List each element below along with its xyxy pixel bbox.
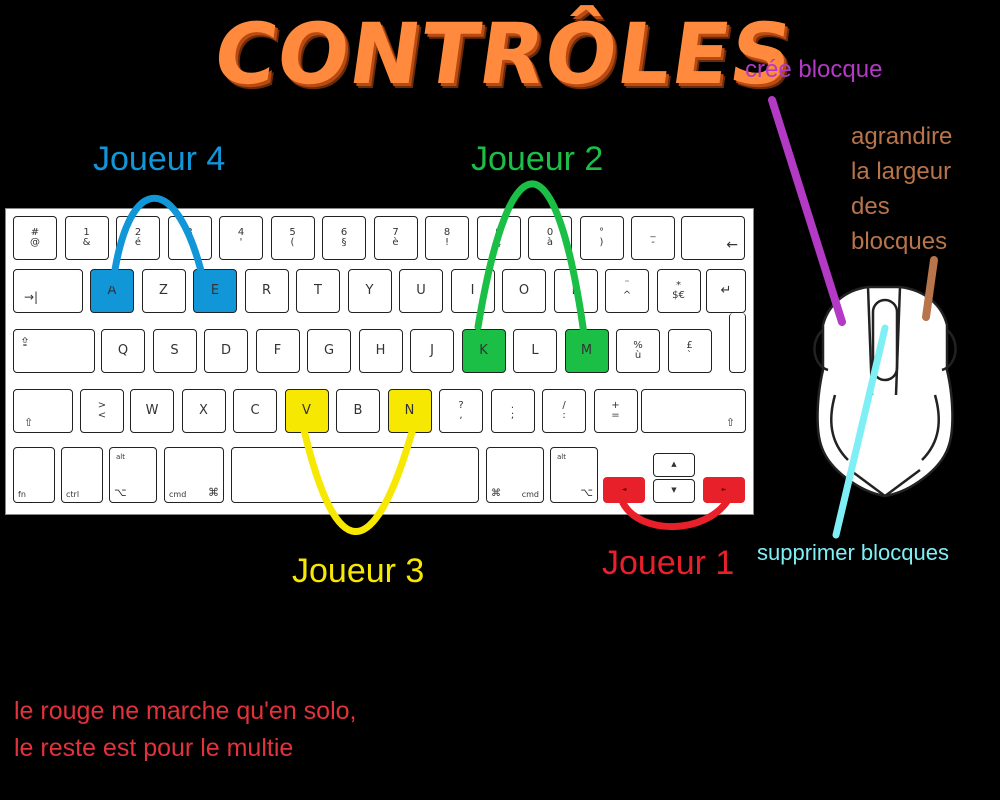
left-click-pointer [768, 96, 846, 326]
player3-arc [300, 426, 416, 535]
solo-multi-note: le rouge ne marche qu'en solo, le reste … [14, 697, 357, 762]
player2-arc [474, 180, 588, 338]
player1-arc [619, 496, 732, 531]
connectors [109, 96, 938, 539]
wheel-pointer [832, 324, 889, 539]
right-click-pointer [922, 256, 938, 321]
player4-arc [109, 195, 208, 287]
